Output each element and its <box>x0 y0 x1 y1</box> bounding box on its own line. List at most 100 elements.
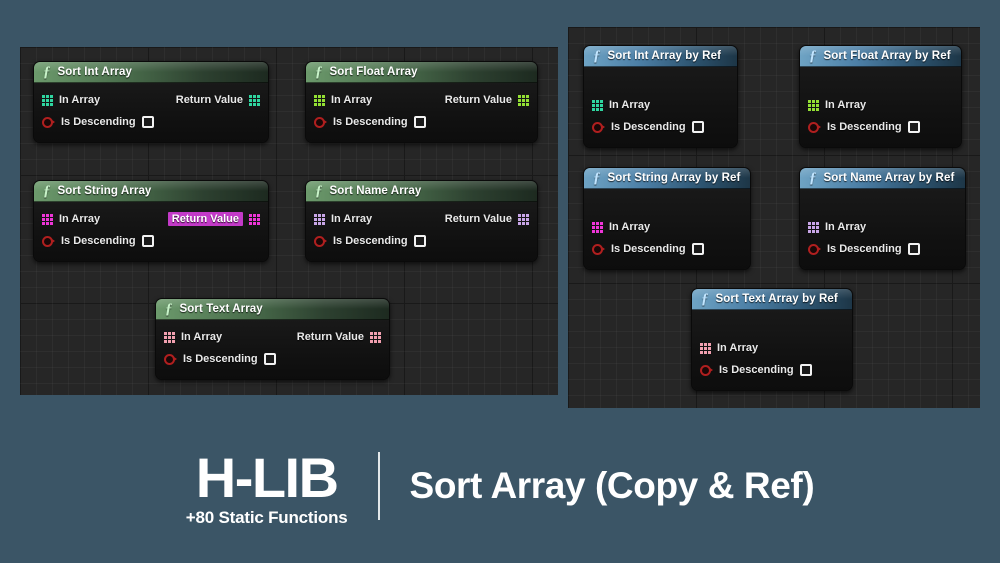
is-descending-checkbox[interactable] <box>141 235 154 247</box>
node-title: Sort Int Array by Ref <box>607 50 722 62</box>
node-header[interactable]: ƒ Sort Text Array <box>156 299 389 320</box>
in-array-label: In Array <box>181 331 223 343</box>
in-array-pin-icon[interactable] <box>808 221 819 233</box>
is-descending-checkbox[interactable] <box>691 121 704 133</box>
is-descending-group: Is Descending <box>700 364 812 376</box>
blueprint-node[interactable]: ƒ Sort Float Array In Array Return Value Is … <box>305 61 538 143</box>
node-header[interactable]: ƒ Sort String Array by Ref <box>584 168 750 189</box>
node-header[interactable]: ƒ Sort Float Array by Ref <box>800 46 961 67</box>
in-array-pin-group: In Array <box>700 342 758 354</box>
in-array-pin-row: In Array Return Value <box>306 208 537 230</box>
in-array-pin-icon[interactable] <box>592 99 603 111</box>
node-body: In Array Is Descending <box>584 67 739 147</box>
in-array-pin-icon[interactable] <box>592 221 603 233</box>
in-array-pin-icon[interactable] <box>314 94 325 106</box>
node-header[interactable]: ƒ Sort Text Array by Ref <box>692 289 852 310</box>
node-header[interactable]: ƒ Sort Name Array by Ref <box>800 168 965 189</box>
return-value-pin-group: Return Value <box>167 212 260 226</box>
is-descending-pin-icon[interactable] <box>592 243 605 255</box>
is-descending-pin-row: Is Descending <box>692 359 852 381</box>
is-descending-group: Is Descending <box>808 121 920 133</box>
blueprint-graph-panel-copy[interactable]: ƒ Sort Int Array In Array Return Value Is De… <box>20 47 558 395</box>
exec-pin-row <box>800 195 967 225</box>
node-title: Sort Int Array <box>57 66 132 78</box>
is-descending-pin-icon[interactable] <box>314 235 327 247</box>
is-descending-pin-icon[interactable] <box>808 243 821 255</box>
is-descending-checkbox[interactable] <box>413 235 426 247</box>
return-value-label: Return Value <box>296 331 364 343</box>
is-descending-checkbox[interactable] <box>907 243 920 255</box>
is-descending-pin-row: Is Descending <box>34 230 268 252</box>
is-descending-checkbox[interactable] <box>141 116 154 128</box>
in-array-label: In Array <box>609 221 651 233</box>
brand-subtitle: +80 Static Functions <box>185 508 348 527</box>
blueprint-node[interactable]: ƒ Sort String Array In Array Return Value Is… <box>33 180 269 262</box>
in-array-pin-icon[interactable] <box>164 331 175 343</box>
brand-name: H-LIB <box>195 446 339 509</box>
function-icon: ƒ <box>593 169 601 186</box>
in-array-pin-icon[interactable] <box>314 213 325 225</box>
blueprint-graph-panel-ref[interactable]: ƒ Sort Int Array by Ref In Array Is Descend… <box>568 27 980 408</box>
is-descending-pin-icon[interactable] <box>592 121 605 133</box>
function-icon: ƒ <box>701 290 709 307</box>
node-header[interactable]: ƒ Sort String Array <box>34 181 268 202</box>
is-descending-checkbox[interactable] <box>907 121 920 133</box>
blueprint-node[interactable]: ƒ Sort Name Array In Array Return Value Is D… <box>305 180 538 262</box>
is-descending-pin-row: Is Descending <box>306 230 537 252</box>
blueprint-node[interactable]: ƒ Sort Int Array by Ref In Array Is Descend… <box>583 45 739 148</box>
node-title: Sort Text Array by Ref <box>715 293 838 305</box>
node-header[interactable]: ƒ Sort Float Array <box>306 62 537 83</box>
is-descending-pin-row: Is Descending <box>800 116 961 138</box>
is-descending-checkbox[interactable] <box>691 243 704 255</box>
exec-pin-row <box>584 73 739 103</box>
in-array-pin-icon[interactable] <box>42 213 53 225</box>
in-array-pin-group: In Array <box>42 94 100 106</box>
brand-block: H-LIB +80 Static Functions <box>185 446 348 527</box>
is-descending-pin-icon[interactable] <box>808 121 821 133</box>
blueprint-node[interactable]: ƒ Sort Int Array In Array Return Value Is De… <box>33 61 269 143</box>
in-array-pin-icon[interactable] <box>700 342 711 354</box>
is-descending-pin-icon[interactable] <box>164 353 177 365</box>
return-value-pin-group: Return Value <box>176 94 260 106</box>
is-descending-label: Is Descending <box>719 364 794 376</box>
node-body: In Array Return Value Is Descending <box>34 83 268 142</box>
is-descending-pin-icon[interactable] <box>314 116 327 128</box>
is-descending-checkbox[interactable] <box>263 353 276 365</box>
is-descending-label: Is Descending <box>183 353 258 365</box>
return-value-pin-icon[interactable] <box>249 213 260 225</box>
blueprint-node[interactable]: ƒ Sort Name Array by Ref In Array Is Descen… <box>799 167 967 270</box>
is-descending-checkbox[interactable] <box>413 116 426 128</box>
node-header[interactable]: ƒ Sort Int Array by Ref <box>584 46 737 67</box>
return-value-pin-icon[interactable] <box>370 331 381 343</box>
node-header[interactable]: ƒ Sort Int Array <box>34 62 268 83</box>
in-array-pin-icon[interactable] <box>808 99 819 111</box>
in-array-pin-row: In Array Return Value <box>306 89 537 111</box>
in-array-pin-icon[interactable] <box>42 94 53 106</box>
is-descending-label: Is Descending <box>61 116 136 128</box>
is-descending-pin-row: Is Descending <box>306 111 537 133</box>
is-descending-pin-icon[interactable] <box>700 364 713 376</box>
function-icon: ƒ <box>165 300 173 317</box>
blueprint-node[interactable]: ƒ Sort Text Array In Array Return Value Is D… <box>155 298 390 380</box>
is-descending-checkbox[interactable] <box>799 364 812 376</box>
blueprint-node[interactable]: ƒ Sort Float Array by Ref In Array Is Desce… <box>799 45 963 148</box>
return-value-pin-icon[interactable] <box>249 94 260 106</box>
is-descending-pin-icon[interactable] <box>42 116 55 128</box>
in-array-pin-group: In Array <box>592 221 650 233</box>
return-value-pin-group: Return Value <box>297 331 381 343</box>
in-array-pin-row: In Array <box>692 337 852 359</box>
return-value-pin-icon[interactable] <box>518 94 529 106</box>
is-descending-group: Is Descending <box>164 353 276 365</box>
blueprint-node[interactable]: ƒ Sort String Array by Ref In Array Is Desc… <box>583 167 752 270</box>
node-title: Sort String Array by Ref <box>607 172 741 184</box>
return-value-pin-icon[interactable] <box>518 213 529 225</box>
in-array-pin-group: In Array <box>592 99 650 111</box>
node-body: In Array Return Value Is Descending <box>306 202 537 261</box>
blueprint-node[interactable]: ƒ Sort Text Array by Ref In Array Is Descen… <box>691 288 854 391</box>
node-title: Sort String Array <box>57 185 152 197</box>
is-descending-pin-icon[interactable] <box>42 235 55 247</box>
vertical-divider <box>377 452 380 520</box>
is-descending-group: Is Descending <box>42 116 154 128</box>
node-header[interactable]: ƒ Sort Name Array <box>306 181 537 202</box>
in-array-pin-group: In Array <box>42 213 100 225</box>
